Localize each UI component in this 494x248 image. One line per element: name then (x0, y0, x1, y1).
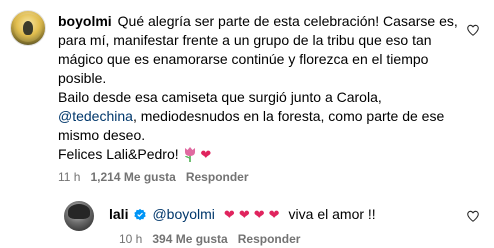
heart-emoji-icon: ❤ (253, 207, 265, 222)
reply-reply-button[interactable]: Responder (238, 232, 301, 246)
reply-mention-link[interactable]: @boyolmi (152, 205, 214, 224)
tulip-emoji-icon (184, 147, 195, 162)
reply-username[interactable]: lali (109, 205, 128, 224)
avatar-boyolmi[interactable] (10, 10, 46, 46)
comment-line-4: posible. (58, 70, 107, 86)
reply-time[interactable]: 10 h (119, 232, 142, 246)
comment-likes-count[interactable]: 1,214 Me gusta (90, 170, 175, 184)
comment-line-5: Bailo desde esa camiseta que surgió junt… (58, 89, 382, 105)
comment-text-8: Felices Lali&Pedro! (58, 146, 179, 162)
comment-line-1: boyolmi Qué alegría ser parte de esta cel… (58, 12, 458, 31)
like-heart-icon[interactable] (466, 209, 480, 223)
mention-link[interactable]: @tedechina (58, 108, 133, 124)
comment-line-2: para mí, manifestar frente a un grupo de… (58, 32, 432, 48)
comment-username[interactable]: boyolmi (58, 13, 112, 29)
comment-line-8: Felices Lali&Pedro! ❤ (58, 145, 458, 164)
comment-time[interactable]: 11 h (58, 170, 80, 184)
avatar-lali[interactable] (64, 201, 94, 231)
comment-meta: 11 h 1,214 Me gusta Responder (58, 170, 249, 184)
comment-line-7: mismo deseo. (58, 127, 146, 143)
heart-emoji-icon: ❤ (200, 147, 212, 162)
reply-body: lali @boyolmi ❤ ❤ ❤ ❤ viva el amor !! (109, 205, 376, 224)
reply-hearts: ❤ ❤ ❤ ❤ (224, 208, 280, 221)
comment-text-6: , mediodesnudos en la foresta, como part… (132, 108, 445, 124)
avatar-figure (23, 21, 33, 35)
reply-meta: 10 h 394 Me gusta Responder (119, 232, 300, 246)
comment-line-3: mágico que es enamorarse continúe y flor… (58, 51, 429, 67)
comment-reply-button[interactable]: Responder (186, 170, 249, 184)
avatar-hair (68, 204, 90, 219)
like-heart-icon[interactable] (466, 23, 480, 37)
heart-emoji-icon: ❤ (268, 207, 280, 222)
verified-badge-icon (134, 208, 147, 220)
heart-emoji-icon: ❤ (223, 207, 235, 222)
reply-likes-count[interactable]: 394 Me gusta (152, 232, 227, 246)
comment-text-1: Qué alegría ser parte de esta celebració… (117, 13, 458, 29)
comment-line-6: @tedechina, mediodesnudos en la foresta,… (58, 107, 458, 126)
comment-body: boyolmi Qué alegría ser parte de esta cel… (58, 12, 458, 164)
reply-text: viva el amor !! (288, 206, 376, 222)
heart-emoji-icon: ❤ (238, 207, 250, 222)
